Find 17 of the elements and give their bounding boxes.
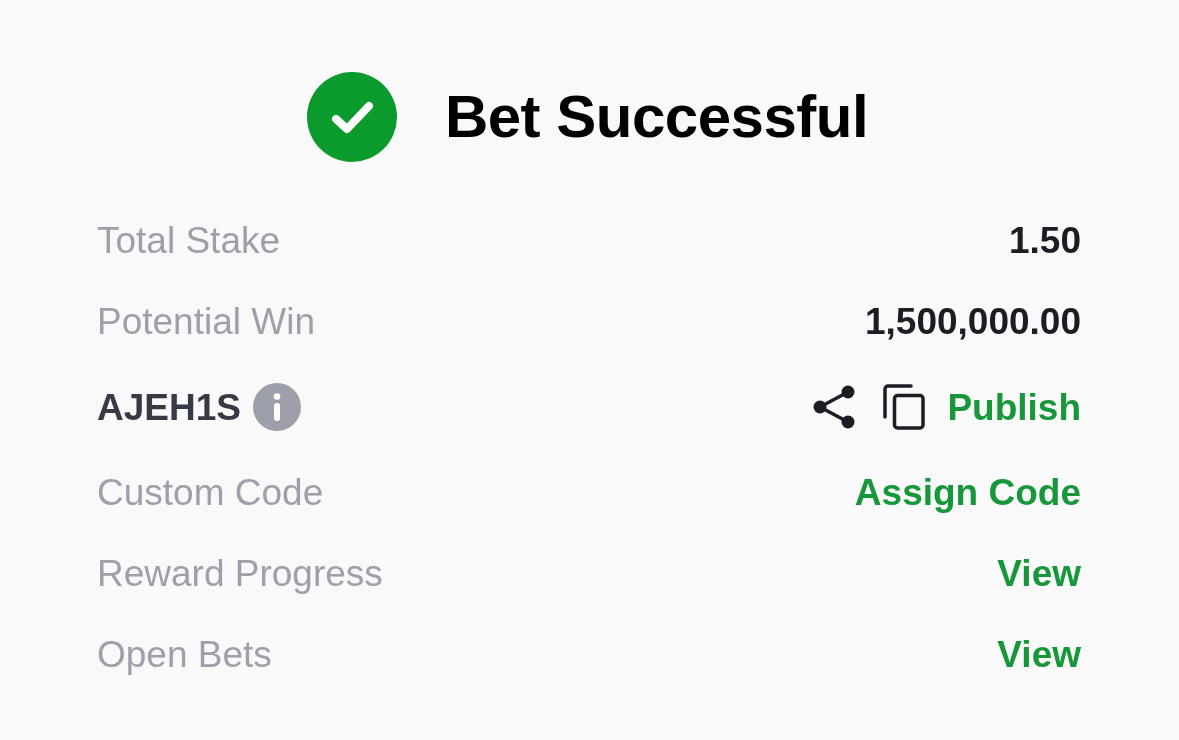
publish-link[interactable]: Publish bbox=[947, 388, 1081, 426]
row-label: Reward Progress bbox=[97, 555, 383, 592]
row-label: Custom Code bbox=[97, 474, 324, 511]
row-label: Total Stake bbox=[97, 222, 281, 259]
action-link[interactable]: Assign Code bbox=[854, 474, 1081, 511]
booking-code: AJEH1S bbox=[97, 388, 241, 426]
copy-icon[interactable] bbox=[883, 384, 926, 430]
row-value: 1.50 bbox=[1009, 222, 1081, 259]
row-value: 1,500,000.00 bbox=[864, 303, 1081, 340]
row-label: Potential Win bbox=[97, 303, 315, 340]
share-icon[interactable] bbox=[813, 385, 856, 429]
action-link[interactable]: View bbox=[997, 636, 1081, 673]
title: Bet Successful bbox=[444, 87, 869, 147]
row-label: Open Bets bbox=[97, 636, 272, 673]
info-icon[interactable] bbox=[252, 383, 301, 431]
success-check-icon bbox=[306, 72, 397, 162]
action-link[interactable]: View bbox=[997, 555, 1081, 592]
